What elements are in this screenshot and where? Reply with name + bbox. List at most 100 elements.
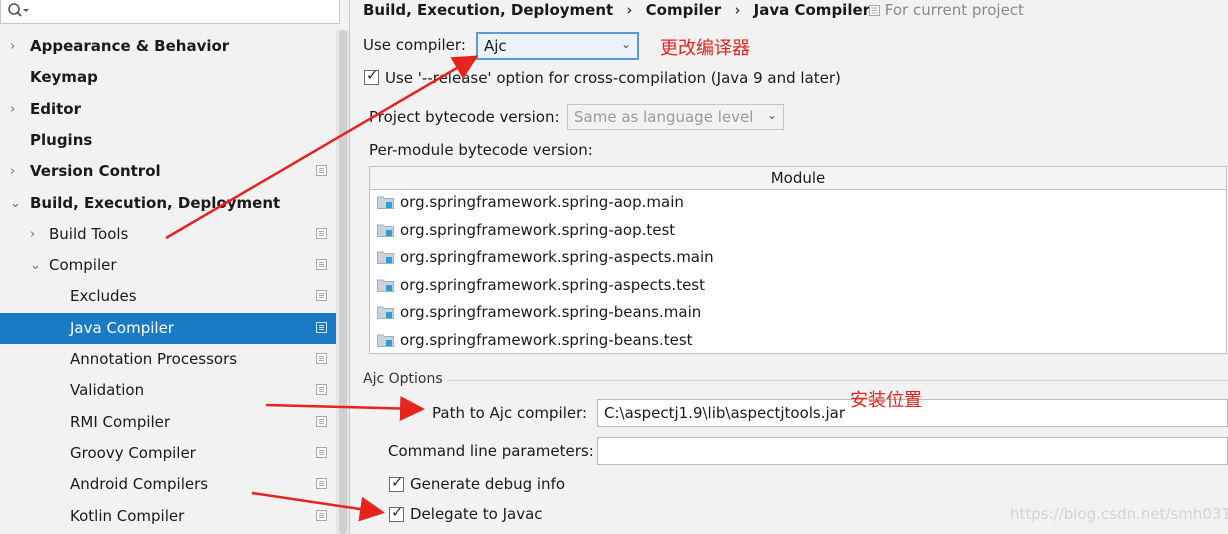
module-bytecode-table: Module org.springframework.spring-aop.ma…: [369, 166, 1227, 354]
chevron-right-icon[interactable]: ›: [10, 94, 24, 125]
sidebar-item-build-execution-deployment[interactable]: ⌄ Build, Execution, Deployment: [0, 188, 336, 219]
watermark: https://blog.csdn.net/smh0310: [1010, 505, 1228, 523]
chevron-down-icon[interactable]: ⌄: [30, 250, 44, 281]
sidebar-item-compiler[interactable]: ⌄ Compiler: [0, 250, 336, 281]
generate-debug-label[interactable]: Generate debug info: [410, 475, 565, 493]
checkmark-icon: ✓: [366, 66, 379, 84]
change-compiler-annotation: 更改编译器: [660, 38, 750, 59]
sidebar-item-label: Groovy Compiler: [70, 443, 196, 462]
table-row[interactable]: org.springframework.spring-aop.main: [370, 189, 1226, 216]
sidebar-item-build-tools[interactable]: › Build Tools: [0, 219, 336, 250]
module-folder-icon: [377, 306, 394, 319]
module-folder-icon: [377, 196, 394, 209]
sidebar-item-validation[interactable]: Validation: [0, 375, 336, 406]
sidebar-item-label: Version Control: [30, 162, 161, 181]
ajc-path-value: C:\aspectj1.9\lib\aspectjtools.jar: [604, 404, 846, 422]
sidebar-item-label: RMI Compiler: [70, 412, 171, 431]
sidebar-item-label: Plugins: [30, 130, 93, 149]
sidebar-item-kotlin-compiler[interactable]: Kotlin Compiler: [0, 501, 336, 532]
table-row[interactable]: org.springframework.spring-beans.main: [370, 299, 1226, 326]
project-bytecode-value: Same as language level: [574, 108, 754, 126]
generate-debug-checkbox[interactable]: ✓: [389, 473, 404, 492]
sidebar-item-label: Compiler: [49, 256, 117, 275]
sidebar-item-groovy-compiler[interactable]: Groovy Compiler: [0, 438, 336, 469]
sidebar-item-label: Build, Execution, Deployment: [30, 193, 281, 212]
sidebar-item-label: Annotation Processors: [70, 350, 238, 368]
sidebar-item-android-compilers[interactable]: Android Compilers: [0, 469, 336, 500]
chevron-down-icon: ⌄: [766, 108, 777, 122]
release-option-label[interactable]: Use '--release' option for cross-compila…: [385, 69, 841, 87]
project-settings-icon: [316, 384, 327, 396]
sidebar-item-label: Build Tools: [49, 224, 129, 243]
project-settings-icon: [316, 227, 327, 239]
sidebar-item-appearance-behavior[interactable]: › Appearance & Behavior: [0, 31, 336, 62]
sidebar-item-annotation-processors[interactable]: Annotation Processors: [0, 344, 336, 375]
chevron-right-icon[interactable]: ›: [10, 156, 24, 187]
module-folder-icon: [377, 224, 394, 237]
module-name: org.springframework.spring-beans.main: [400, 303, 702, 321]
module-name: org.springframework.spring-aop.test: [400, 220, 676, 239]
ajc-path-label: Path to Ajc compiler:: [432, 404, 588, 422]
settings-search-input[interactable]: [0, 0, 340, 24]
project-settings-icon: [316, 321, 327, 333]
sidebar-item-label: Validation: [70, 381, 145, 400]
command-line-input[interactable]: [597, 437, 1228, 465]
module-name: org.springframework.spring-beans.test: [400, 330, 693, 349]
ajc-options-title: Ajc Options: [363, 371, 443, 387]
chevron-down-icon[interactable]: ⌄: [10, 188, 24, 219]
group-divider: [447, 380, 1228, 381]
breadcrumb: Build, Execution, Deployment › Compiler …: [363, 1, 870, 19]
delegate-javac-label[interactable]: Delegate to Javac: [410, 505, 543, 523]
table-row[interactable]: org.springframework.spring-aop.test: [370, 217, 1226, 244]
chevron-right-icon[interactable]: ›: [30, 219, 44, 250]
breadcrumb-item-build[interactable]: Build, Execution, Deployment: [363, 1, 613, 19]
search-icon[interactable]: [7, 2, 29, 20]
module-folder-icon: [377, 251, 394, 264]
project-bytecode-label: Project bytecode version:: [369, 108, 560, 126]
chevron-down-icon: ⌄: [620, 37, 631, 51]
sidebar-item-excludes[interactable]: Excludes: [0, 281, 336, 312]
project-settings-icon: [316, 290, 327, 302]
sidebar-item-rmi-compiler[interactable]: RMI Compiler: [0, 407, 336, 438]
command-line-label: Command line parameters:: [388, 442, 594, 460]
project-settings-icon: [316, 415, 327, 427]
module-folder-icon: [377, 334, 394, 347]
sidebar-item-label: Excludes: [70, 287, 137, 306]
project-settings-icon: [869, 5, 880, 16]
scope-indicator: For current project: [869, 1, 1024, 19]
chevron-right-icon[interactable]: ›: [10, 31, 24, 62]
sidebar-scroll-thumb[interactable]: [339, 30, 347, 534]
sidebar-item-label: Kotlin Compiler: [70, 506, 185, 525]
breadcrumb-item-compiler[interactable]: Compiler: [646, 1, 722, 19]
use-compiler-select[interactable]: Ajc ⌄: [476, 32, 639, 60]
sidebar-scrollbar[interactable]: [336, 30, 349, 534]
sidebar-item-keymap[interactable]: Keymap: [0, 62, 336, 93]
table-row[interactable]: org.springframework.spring-aspects.main: [370, 244, 1226, 271]
module-name: org.springframework.spring-aspects.main: [400, 248, 714, 266]
table-row[interactable]: org.springframework.spring-aspects.test: [370, 272, 1226, 299]
project-settings-icon: [316, 165, 327, 177]
sidebar-item-editor[interactable]: › Editor: [0, 94, 336, 125]
sidebar-item-plugins[interactable]: Plugins: [0, 125, 336, 156]
checkmark-icon: ✓: [391, 503, 404, 521]
project-settings-icon: [316, 478, 327, 490]
breadcrumb-separator: ›: [626, 1, 633, 19]
breadcrumb-separator: ›: [734, 1, 741, 19]
scope-label: For current project: [884, 1, 1024, 19]
release-option-checkbox[interactable]: ✓: [364, 66, 379, 85]
project-bytecode-select[interactable]: Same as language level ⌄: [567, 104, 784, 130]
sidebar-item-label: Appearance & Behavior: [30, 37, 230, 55]
settings-sidebar: › Appearance & Behavior Keymap › Editor Plugi…: [0, 0, 350, 534]
module-column-header[interactable]: Module: [370, 167, 1226, 190]
delegate-javac-checkbox[interactable]: ✓: [389, 503, 404, 522]
java-compiler-panel: Build, Execution, Deployment › Compiler …: [350, 0, 1228, 534]
checkmark-icon: ✓: [391, 473, 404, 491]
module-folder-icon: [377, 279, 394, 292]
table-row[interactable]: org.springframework.spring-beans.test: [370, 327, 1226, 354]
install-location-annotation: 安装位置: [850, 390, 922, 411]
sidebar-item-label: Android Compilers: [70, 475, 209, 494]
sidebar-item-java-compiler[interactable]: Java Compiler: [0, 312, 349, 344]
sidebar-item-label: Keymap: [30, 68, 98, 87]
sidebar-item-version-control[interactable]: › Version Control: [0, 156, 336, 187]
use-compiler-value: Ajc: [484, 37, 507, 55]
